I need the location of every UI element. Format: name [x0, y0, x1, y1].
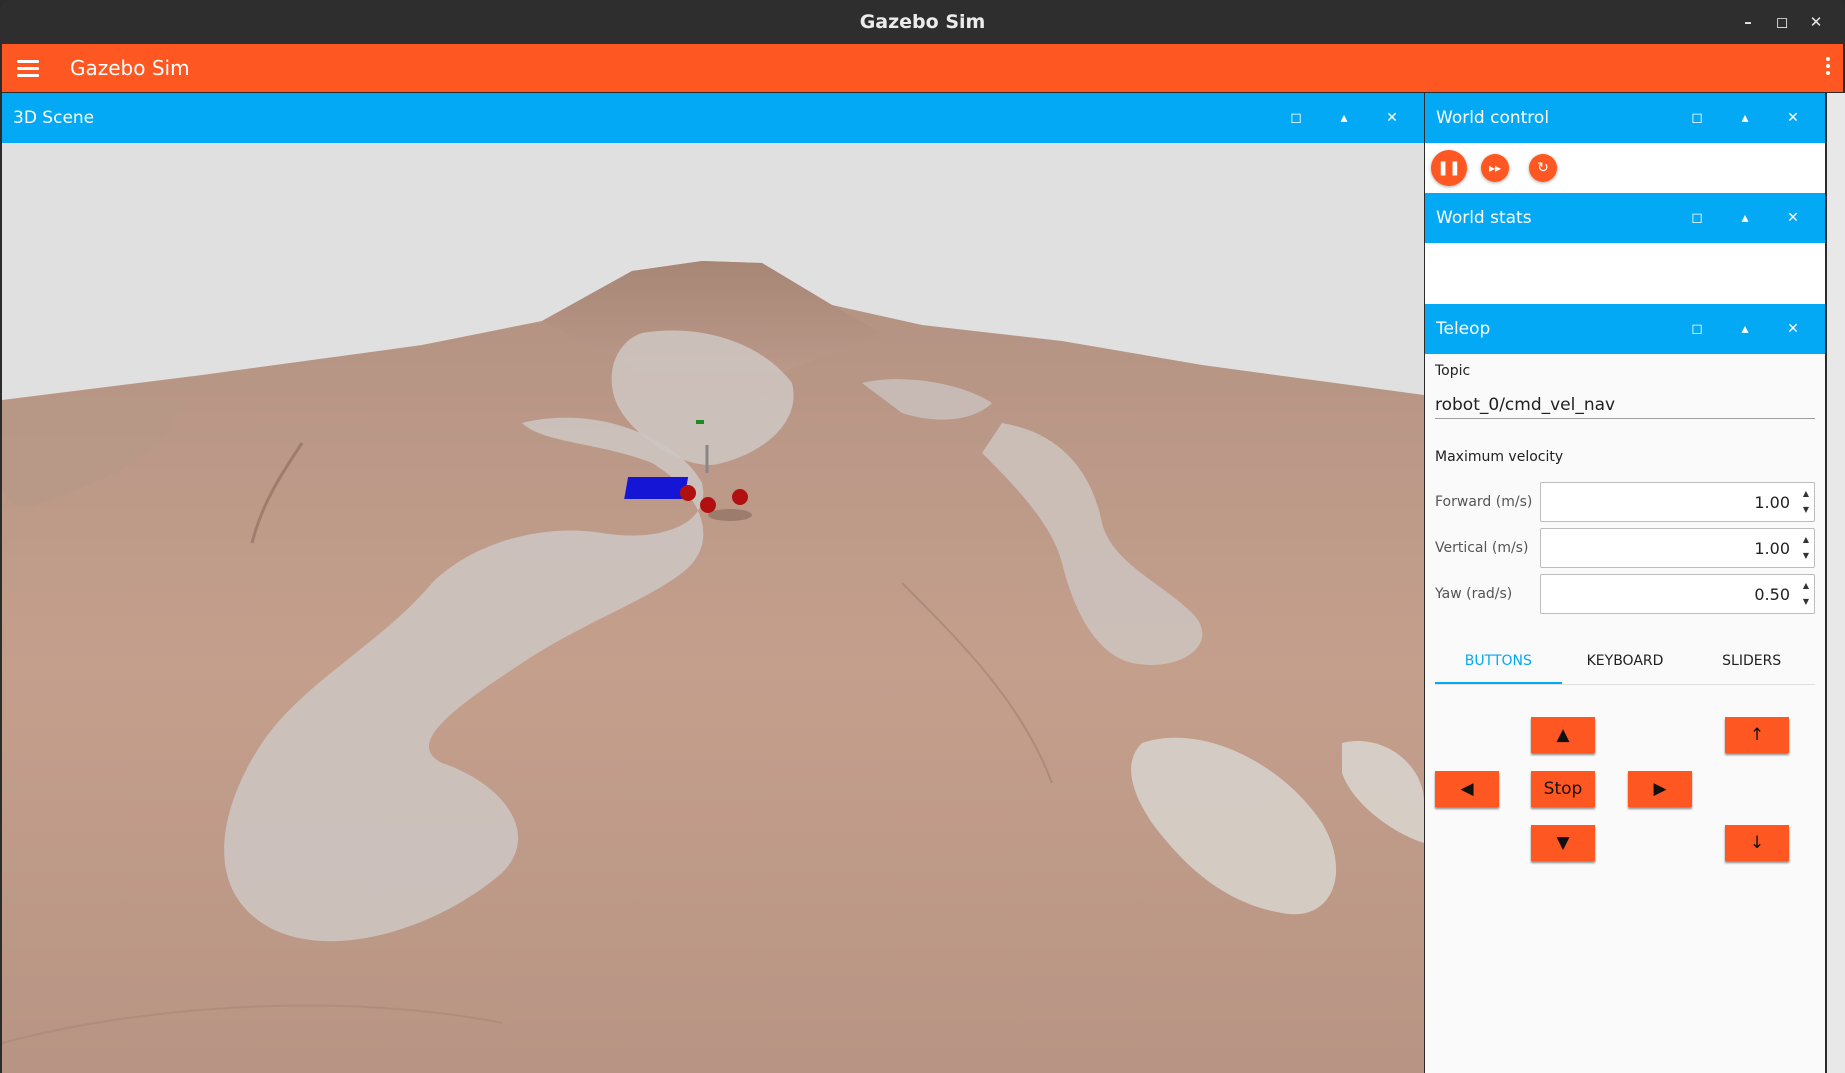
yaw-spinbox[interactable]: 0.50 ▲ ▼ [1540, 574, 1815, 614]
maximize-window-button[interactable]: ◻ [1765, 13, 1799, 31]
reset-icon[interactable]: ↻ [1529, 154, 1557, 182]
yaw-row: Yaw (rad/s) 0.50 ▲ ▼ [1435, 571, 1815, 617]
max-velocity-label: Maximum velocity [1435, 449, 1564, 465]
spin-arrows-icon[interactable]: ▲ ▼ [1803, 532, 1809, 564]
vertical-row: Vertical (m/s) 1.00 ▲ ▼ [1435, 525, 1815, 571]
dock-scrollbar[interactable] [1827, 93, 1845, 1073]
kebab-icon[interactable] [1823, 54, 1833, 80]
world-control-close-button[interactable]: ✕ [1769, 110, 1817, 126]
scene-close-button[interactable]: ✕ [1368, 110, 1416, 126]
scene-collapse-button[interactable]: ▴ [1320, 110, 1368, 126]
terrain-render [2, 143, 1424, 1073]
teleop-maximize-button[interactable]: ◻ [1673, 321, 1721, 337]
world-stats-maximize-button[interactable]: ◻ [1673, 210, 1721, 226]
vertical-value: 1.00 [1754, 538, 1790, 558]
topic-label: Topic [1435, 363, 1471, 379]
left-button[interactable]: ◀ [1435, 771, 1499, 807]
world-control-body: ❚❚ ▸▸ ↻ [1425, 143, 1825, 193]
vertical-spinbox[interactable]: 1.00 ▲ ▼ [1540, 528, 1815, 568]
scene-maximize-button[interactable]: ◻ [1272, 110, 1320, 126]
yaw-label: Yaw (rad/s) [1435, 586, 1513, 602]
forward-row: Forward (m/s) 1.00 ▲ ▼ [1435, 479, 1815, 525]
topic-input[interactable]: robot_0/cmd_vel_nav [1435, 379, 1815, 419]
world-stats-collapse-button[interactable]: ▴ [1721, 210, 1769, 226]
teleop-close-button[interactable]: ✕ [1769, 321, 1817, 337]
vertical-label: Vertical (m/s) [1435, 540, 1529, 556]
minimize-window-button[interactable]: – [1731, 13, 1765, 31]
teleop-header: Teleop ◻ ▴ ✕ [1425, 304, 1825, 354]
teleop-body: Topic robot_0/cmd_vel_nav Maximum veloci… [1425, 354, 1825, 885]
teleop-button-pad: ▲ ↑ ◀ Stop ▶ ▼ ↓ [1435, 685, 1815, 885]
close-window-button[interactable]: ✕ [1799, 13, 1833, 31]
window-titlebar: Gazebo Sim – ◻ ✕ [0, 0, 1845, 44]
hamburger-icon[interactable] [17, 56, 39, 81]
right-button[interactable]: ▶ [1628, 771, 1692, 807]
world-stats-body [1425, 243, 1825, 304]
world-control-maximize-button[interactable]: ◻ [1673, 110, 1721, 126]
scene-panel-title: 3D Scene [13, 108, 95, 128]
down-button[interactable]: ↓ [1725, 825, 1789, 861]
pause-icon[interactable]: ❚❚ [1431, 150, 1467, 186]
step-icon[interactable]: ▸▸ [1481, 154, 1509, 182]
spin-arrows-icon[interactable]: ▲ ▼ [1803, 486, 1809, 518]
world-stats-header: World stats ◻ ▴ ✕ [1425, 193, 1825, 243]
right-dock: World control ◻ ▴ ✕ ❚❚ ▸▸ ↻ World stats … [1425, 93, 1825, 1073]
forward-spinbox[interactable]: 1.00 ▲ ▼ [1540, 482, 1815, 522]
tab-sliders[interactable]: SLIDERS [1688, 639, 1815, 684]
world-control-collapse-button[interactable]: ▴ [1721, 110, 1769, 126]
backward-button[interactable]: ▼ [1531, 825, 1595, 861]
scene-panel: 3D Scene ◻ ▴ ✕ [2, 93, 1424, 1073]
teleop-tabs: BUTTONS KEYBOARD SLIDERS [1435, 639, 1815, 685]
tab-buttons[interactable]: BUTTONS [1435, 639, 1562, 684]
world-control-title: World control [1436, 108, 1550, 128]
world-stats-close-button[interactable]: ✕ [1769, 210, 1817, 226]
stop-button[interactable]: Stop [1531, 771, 1595, 807]
window-title: Gazebo Sim [859, 11, 986, 33]
window-controls: – ◻ ✕ [1731, 0, 1833, 44]
up-button[interactable]: ↑ [1725, 717, 1789, 753]
teleop-title: Teleop [1436, 319, 1491, 339]
yaw-value: 0.50 [1754, 584, 1790, 604]
teleop-collapse-button[interactable]: ▴ [1721, 321, 1769, 337]
tab-keyboard[interactable]: KEYBOARD [1562, 639, 1689, 684]
gazebo-window: Gazebo Sim – ◻ ✕ Gazebo Sim 3D Scene ◻ ▴… [0, 0, 1845, 1073]
app-bar: Gazebo Sim [2, 44, 1843, 92]
3d-viewport[interactable] [2, 143, 1424, 1073]
forward-button[interactable]: ▲ [1531, 717, 1595, 753]
world-control-header: World control ◻ ▴ ✕ [1425, 93, 1825, 143]
world-stats-title: World stats [1436, 208, 1532, 228]
forward-value: 1.00 [1754, 492, 1790, 512]
spin-arrows-icon[interactable]: ▲ ▼ [1803, 578, 1809, 610]
forward-label: Forward (m/s) [1435, 494, 1533, 510]
scene-panel-header: 3D Scene ◻ ▴ ✕ [2, 93, 1424, 143]
app-title: Gazebo Sim [70, 56, 190, 80]
